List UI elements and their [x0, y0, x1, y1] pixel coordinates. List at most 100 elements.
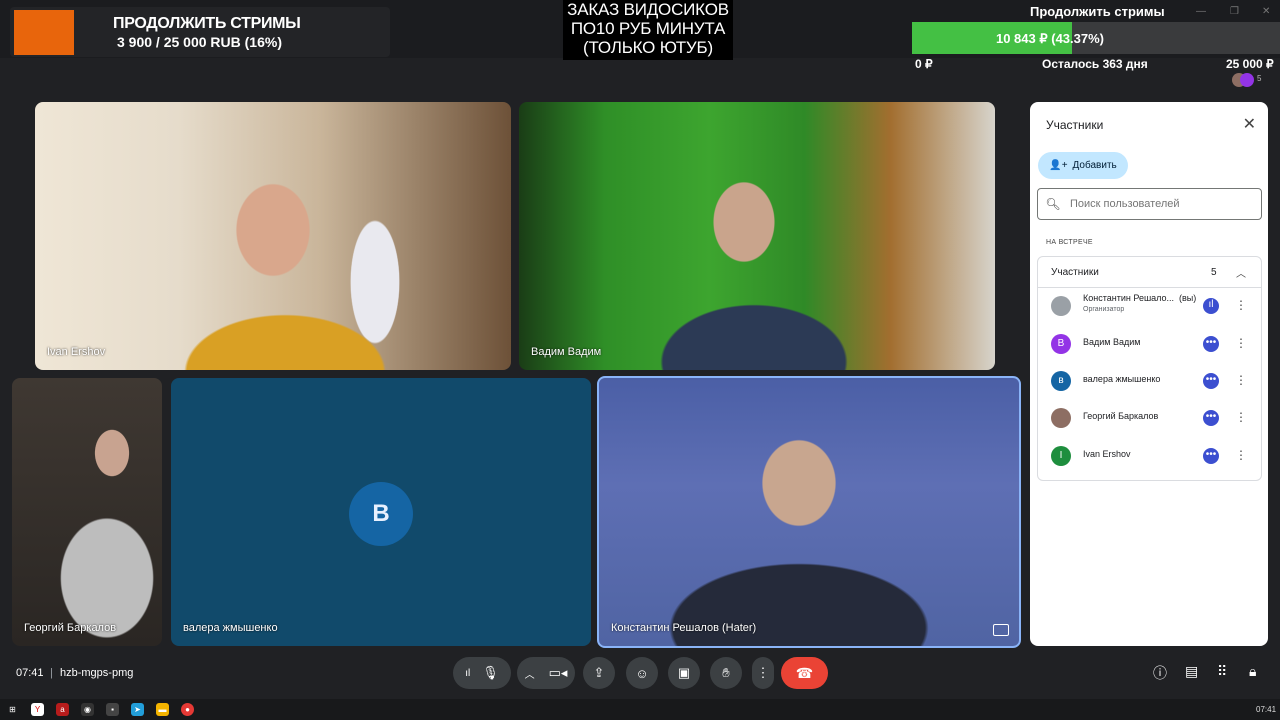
meeting-time: 07:41: [16, 667, 44, 679]
app-icon[interactable]: ▪: [106, 703, 119, 716]
section-label: НА ВСТРЕЧЕ: [1046, 239, 1093, 246]
video-tile-georgy[interactable]: Георгий Баркалов: [12, 378, 162, 646]
participant-name: Константин Решало...: [1083, 293, 1175, 303]
app-icon[interactable]: a: [56, 703, 69, 716]
goal-min: 0 ₽: [915, 57, 933, 71]
search-input[interactable]: [1068, 197, 1252, 211]
yandex-browser-icon[interactable]: Y: [31, 703, 44, 716]
microphone-icon[interactable]: 🎙︎: [482, 665, 499, 681]
participant-name: валера жмышенко: [1083, 374, 1161, 384]
raise-hand-button[interactable]: ✋︎: [710, 657, 742, 689]
windows-start-icon[interactable]: ⊞: [6, 703, 19, 716]
microphone-control[interactable]: ıl 🎙︎: [453, 657, 511, 689]
more-options-icon[interactable]: ⋮: [1235, 448, 1247, 462]
donation-amount: 3 900 / 25 000 RUB (16%): [117, 34, 282, 50]
participants-group: Участники 5 ︿ Константин Решало... (вы) …: [1037, 256, 1262, 481]
minimize-icon[interactable]: —: [1196, 6, 1206, 17]
search-field[interactable]: 🔍︎: [1037, 188, 1262, 220]
add-people-button[interactable]: 👤+ Добавить: [1038, 152, 1128, 179]
emoji-icon: ☺: [635, 665, 649, 681]
group-label: Участники: [1051, 267, 1099, 278]
more-options-button[interactable]: ⋮: [752, 657, 774, 689]
order-line: (ТОЛЬКО ЮТУБ): [583, 38, 713, 57]
donation-title: ПРОДОЛЖИТЬ СТРИМЫ: [113, 15, 301, 32]
avatar: [1240, 73, 1254, 87]
file-explorer-icon[interactable]: ▬: [156, 703, 169, 716]
participant-row: В Вадим Вадим ••• ⋮: [1038, 326, 1261, 362]
avatar: в: [1051, 371, 1071, 391]
more-options-icon[interactable]: ⋮: [1235, 410, 1247, 424]
goal-title: Продолжить стримы: [1030, 4, 1165, 19]
os-taskbar: ⊞ Y a ◉ ▪ ➤ ▬ ●: [0, 699, 1280, 720]
separator: |: [50, 667, 53, 679]
telegram-icon[interactable]: ➤: [131, 703, 144, 716]
present-screen-button[interactable]: ⇪: [583, 657, 615, 689]
search-icon: 🔍︎: [1045, 197, 1061, 211]
system-clock: 07:41: [1256, 705, 1277, 714]
add-button-label: Добавить: [1072, 160, 1117, 171]
obs-icon[interactable]: ◉: [81, 703, 94, 716]
present-icon: ⇪: [593, 665, 605, 680]
captions-button[interactable]: ▣: [668, 657, 700, 689]
participant-name: Вадим Вадим: [1083, 337, 1141, 347]
order-videos-banner: ЗАКАЗ ВИДОСИКОВ ПО10 РУБ МИНУТА (ТОЛЬКО …: [563, 0, 733, 60]
avatar: В: [1051, 334, 1071, 354]
participant-name: Ivan Ershov: [1083, 449, 1131, 459]
audio-level-icon: ıl: [465, 667, 471, 679]
camera-icon[interactable]: ▭◂: [549, 665, 568, 681]
tile-name: Константин Решалов (Hater): [611, 622, 757, 634]
video-tile-valera[interactable]: В валера жмышенко: [171, 378, 591, 646]
muted-indicator-icon: •••: [1203, 448, 1219, 464]
reactions-button[interactable]: ☺: [626, 657, 658, 689]
audio-level-icon: ıl: [1203, 298, 1219, 314]
tile-name: Георгий Баркалов: [24, 622, 117, 634]
hand-icon: ✋︎: [722, 665, 730, 680]
end-call-button[interactable]: ☎︎: [781, 657, 828, 689]
participant-row: в валера жмышенко ••• ⋮: [1038, 363, 1261, 399]
avatar: В: [349, 482, 413, 546]
participants-panel: Участники ✕ 👤+ Добавить 🔍︎ НА ВСТРЕЧЕ Уч…: [1030, 102, 1268, 646]
muted-indicator-icon: •••: [1203, 410, 1219, 426]
muted-indicator-icon: •••: [1203, 336, 1219, 352]
avatar: [1051, 408, 1071, 428]
participant-row: Константин Решало... (вы) Организатор ıl…: [1038, 288, 1261, 324]
participant-role: Организатор: [1083, 306, 1125, 313]
goal-remaining: Осталось 363 дня: [1042, 57, 1148, 71]
more-options-icon[interactable]: ⋮: [1235, 298, 1247, 312]
chat-icon[interactable]: ▤: [1185, 663, 1198, 680]
tile-name: Вадим Вадим: [531, 346, 602, 358]
order-line: ПО10 РУБ МИНУТА: [570, 19, 726, 38]
maximize-icon[interactable]: ❐: [1230, 6, 1239, 17]
you-label: (вы): [1179, 293, 1197, 303]
close-window-icon[interactable]: ✕: [1262, 6, 1270, 17]
donation-thumbnail: [14, 10, 74, 55]
video-tile-vadim[interactable]: Вадим Вадим: [519, 102, 995, 370]
chevron-up-icon[interactable]: ︿: [1236, 265, 1246, 280]
more-options-icon: ⋮: [756, 665, 770, 680]
participant-count-badge: 5: [1257, 74, 1262, 83]
goal-max: 25 000 ₽: [1226, 57, 1274, 71]
participant-row: I Ivan Ershov ••• ⋮: [1038, 438, 1261, 474]
video-tile-konstantin[interactable]: Константин Решалов (Hater): [597, 376, 1021, 648]
chevron-up-icon[interactable]: ︿: [525, 666, 535, 681]
video-tile-ivan[interactable]: Ivan Ershov: [35, 102, 511, 370]
info-icon[interactable]: ⓘ: [1153, 663, 1167, 683]
add-person-icon: 👤+: [1049, 160, 1068, 171]
goal-progress-bar: 10 843 ₽ (43.37%): [912, 22, 1280, 54]
chrome-icon[interactable]: ●: [181, 703, 194, 716]
captions-icon: ▣: [677, 665, 691, 680]
activities-icon[interactable]: ⠿: [1217, 663, 1227, 680]
phone-hangup-icon: ☎︎: [795, 664, 814, 681]
panel-title: Участники: [1046, 118, 1104, 132]
picture-in-picture-icon[interactable]: [993, 624, 1009, 636]
muted-indicator-icon: •••: [1203, 373, 1219, 389]
close-icon[interactable]: ✕: [1243, 114, 1256, 134]
more-options-icon[interactable]: ⋮: [1235, 336, 1247, 350]
camera-control[interactable]: ︿ ▭◂: [517, 657, 575, 689]
avatar: I: [1051, 446, 1071, 466]
host-controls-icon[interactable]: 🔒︎: [1249, 663, 1256, 680]
more-options-icon[interactable]: ⋮: [1235, 373, 1247, 387]
participants-avatar-stack[interactable]: 5: [1232, 70, 1268, 90]
order-line: ЗАКАЗ ВИДОСИКОВ: [567, 0, 729, 19]
participants-group-header[interactable]: Участники 5 ︿: [1038, 257, 1261, 288]
